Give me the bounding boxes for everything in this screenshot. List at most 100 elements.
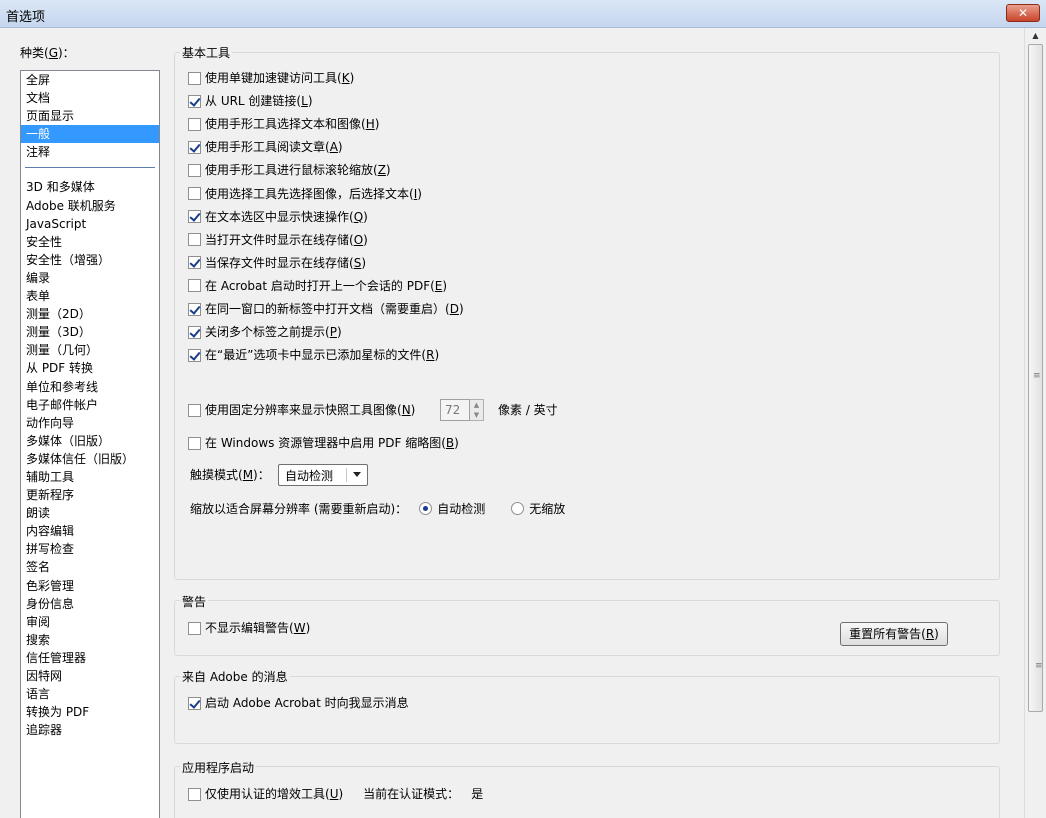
option-checkbox[interactable] xyxy=(188,233,201,247)
category-item[interactable]: 安全性（增强） xyxy=(21,251,159,269)
basic-tool-option[interactable]: 使用手形工具进行鼠标滚轮缩放(Z) xyxy=(188,160,391,180)
category-item[interactable]: 测量（3D） xyxy=(21,323,159,341)
category-item[interactable]: 语言 xyxy=(21,685,159,703)
option-label: 使用手形工具阅读文章(A) xyxy=(205,140,343,155)
basic-tool-option[interactable]: 关闭多个标签之前提示(P) xyxy=(188,322,342,342)
category-item[interactable]: 注释 xyxy=(21,143,159,161)
category-item[interactable]: 追踪器 xyxy=(21,721,159,739)
show-messages-checkbox[interactable] xyxy=(188,696,201,710)
spin-down-icon[interactable]: ▼ xyxy=(470,410,483,420)
option-checkbox[interactable] xyxy=(188,163,201,177)
category-item[interactable]: 多媒体（旧版） xyxy=(21,432,159,450)
option-checkbox[interactable] xyxy=(188,117,201,131)
basic-tool-option[interactable]: 当打开文件时显示在线存储(O) xyxy=(188,230,368,250)
no-edit-warning-checkbox[interactable] xyxy=(188,621,201,635)
no-edit-warning-option[interactable]: 不显示编辑警告(W) xyxy=(188,618,310,638)
vertical-scrollbar[interactable]: ▲ ≡ ≡ xyxy=(1024,28,1046,818)
resolution-unit: 像素 / 英寸 xyxy=(498,403,558,417)
option-checkbox[interactable] xyxy=(188,210,201,224)
category-item[interactable]: 页面显示 xyxy=(21,107,159,125)
option-checkbox[interactable] xyxy=(188,302,201,316)
option-checkbox[interactable] xyxy=(188,187,201,200)
pdf-thumbnails-checkbox[interactable] xyxy=(188,436,201,450)
basic-tool-option[interactable]: 在“最近”选项卡中显示已添加星标的文件(R) xyxy=(188,345,439,365)
fixed-resolution-checkbox[interactable] xyxy=(188,403,201,417)
category-item[interactable]: 审阅 xyxy=(21,613,159,631)
option-checkbox[interactable] xyxy=(188,94,201,108)
scale-none-radio[interactable] xyxy=(511,502,525,515)
category-item[interactable]: 辅助工具 xyxy=(21,468,159,486)
scale-label: 缩放以适合屏幕分辨率 (需要重新启动)： xyxy=(190,502,408,516)
option-label: 在同一窗口的新标签中打开文档（需要重启）(D) xyxy=(205,302,464,316)
category-item[interactable]: 信任管理器 xyxy=(21,649,159,667)
fixed-resolution-option[interactable]: 使用固定分辨率来显示快照工具图像(N) xyxy=(188,400,415,420)
basic-tool-option[interactable]: 使用手形工具选择文本和图像(H) xyxy=(188,114,379,134)
grip-icon: ≡ xyxy=(1035,661,1043,671)
basic-tool-option[interactable]: 使用手形工具阅读文章(A) xyxy=(188,137,343,157)
category-item[interactable]: 单位和参考线 xyxy=(21,378,159,396)
category-item[interactable]: 全屏 xyxy=(21,71,159,89)
option-checkbox[interactable] xyxy=(188,140,201,154)
option-checkbox[interactable] xyxy=(188,325,201,339)
option-checkbox[interactable] xyxy=(188,71,201,85)
category-item[interactable]: 拼写检查 xyxy=(21,540,159,558)
spin-up-icon[interactable]: ▲ xyxy=(470,400,483,410)
categories-label: 种类(G)： xyxy=(20,46,75,60)
category-item[interactable]: 转换为 PDF xyxy=(21,703,159,721)
close-button[interactable]: ✕ xyxy=(1006,4,1040,22)
basic-tool-option[interactable]: 当保存文件时显示在线存储(S) xyxy=(188,253,366,273)
reset-warnings-button[interactable]: 重置所有警告(R) xyxy=(840,622,948,646)
option-label: 在 Acrobat 启动时打开上一个会话的 PDF(E) xyxy=(205,278,448,293)
category-item[interactable]: 动作向导 xyxy=(21,414,159,432)
resolution-input[interactable]: 72 xyxy=(440,399,470,421)
category-item[interactable]: 测量（几何） xyxy=(21,341,159,359)
category-item[interactable]: 电子邮件帐户 xyxy=(21,396,159,414)
category-item[interactable]: 色彩管理 xyxy=(21,577,159,595)
category-item[interactable]: 身份信息 xyxy=(21,595,159,613)
scrollbar-thumb[interactable]: ≡ ≡ xyxy=(1028,44,1043,712)
category-item[interactable]: 编录 xyxy=(21,269,159,287)
category-item[interactable]: 从 PDF 转换 xyxy=(21,359,159,377)
scroll-up-icon[interactable]: ▲ xyxy=(1025,28,1046,44)
certified-plugins-checkbox[interactable] xyxy=(188,787,201,801)
category-item[interactable]: 更新程序 xyxy=(21,486,159,504)
basic-tool-option[interactable]: 在 Acrobat 启动时打开上一个会话的 PDF(E) xyxy=(188,276,447,296)
resolution-spinner[interactable]: 72 ▲ ▼ xyxy=(440,399,486,421)
touch-mode-select[interactable]: 自动检测 xyxy=(278,464,368,486)
category-item[interactable]: JavaScript xyxy=(21,215,159,233)
option-checkbox[interactable] xyxy=(188,348,201,362)
scale-auto-radio[interactable] xyxy=(419,502,433,515)
category-item[interactable]: 3D 和多媒体 xyxy=(21,178,159,196)
scale-auto-label[interactable]: 自动检测 xyxy=(437,500,485,517)
basic-tool-option[interactable]: 从 URL 创建链接(L) xyxy=(188,91,313,111)
option-label: 使用手形工具进行鼠标滚轮缩放(Z) xyxy=(205,163,391,178)
pdf-thumbnails-option[interactable]: 在 Windows 资源管理器中启用 PDF 缩略图(B) xyxy=(188,433,459,453)
title-bar: 首选项 ✕ xyxy=(0,0,1046,28)
categories-list[interactable]: 全屏 文档 页面显示 一般 注释 3D 和多媒体 Adobe 联机服务 JavaScript 安… xyxy=(20,70,160,818)
category-item[interactable]: 测量（2D） xyxy=(21,305,159,323)
certified-plugins-option[interactable]: 仅使用认证的增效工具(U) 当前在认证模式： 是 xyxy=(188,784,483,804)
category-item[interactable]: 内容编辑 xyxy=(21,522,159,540)
category-item[interactable]: 签名 xyxy=(21,558,159,576)
basic-tool-option[interactable]: 使用选择工具先选择图像，后选择文本(I) xyxy=(188,184,422,204)
category-item[interactable]: 文档 xyxy=(21,89,159,107)
category-item[interactable]: 表单 xyxy=(21,287,159,305)
category-item[interactable]: 一般 xyxy=(21,125,159,144)
basic-tool-option[interactable]: 使用单键加速键访问工具(K) xyxy=(188,68,354,88)
option-checkbox[interactable] xyxy=(188,256,201,270)
option-label: 在文本选区中显示快速操作(Q) xyxy=(205,209,368,224)
basic-tool-option[interactable]: 在同一窗口的新标签中打开文档（需要重启）(D) xyxy=(188,299,464,319)
category-item[interactable]: 因特网 xyxy=(21,667,159,685)
basic-tools-title: 基本工具 xyxy=(180,44,233,61)
category-item[interactable]: 安全性 xyxy=(21,233,159,251)
certified-mode-value: 是 xyxy=(471,787,484,801)
option-label: 当保存文件时显示在线存储(S) xyxy=(205,255,366,270)
category-item[interactable]: 朗读 xyxy=(21,504,159,522)
category-item[interactable]: Adobe 联机服务 xyxy=(21,197,159,215)
category-item[interactable]: 多媒体信任（旧版） xyxy=(21,450,159,468)
option-checkbox[interactable] xyxy=(188,279,201,293)
category-item[interactable]: 搜索 xyxy=(21,631,159,649)
show-messages-option[interactable]: 启动 Adobe Acrobat 时向我显示消息 xyxy=(188,693,409,713)
basic-tool-option[interactable]: 在文本选区中显示快速操作(Q) xyxy=(188,207,368,227)
scale-none-label[interactable]: 无缩放 xyxy=(529,500,565,517)
